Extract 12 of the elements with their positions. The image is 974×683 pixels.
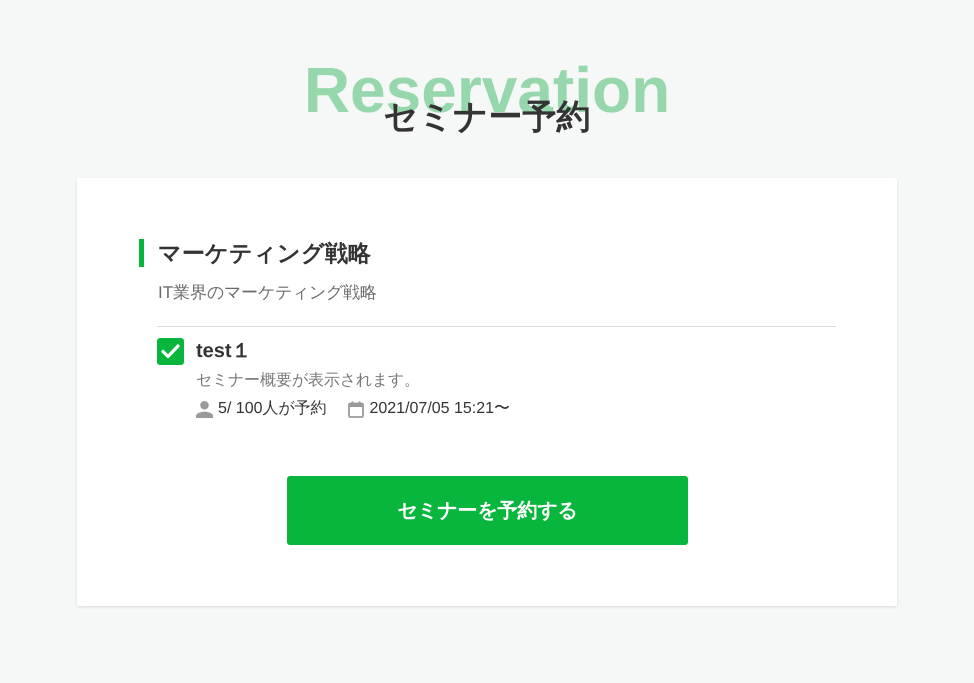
check-icon xyxy=(161,344,180,359)
reservation-count: 5/ 100人が予約 xyxy=(218,399,326,419)
seminar-checkbox[interactable] xyxy=(157,338,184,365)
heading-accent-bar xyxy=(139,239,144,267)
calendar-icon xyxy=(348,400,364,418)
seminar-datetime: 2021/07/05 15:21〜 xyxy=(369,399,510,419)
person-icon xyxy=(196,400,213,418)
category-description: IT業界のマーケティング戦略 xyxy=(158,282,378,304)
reserve-button[interactable]: セミナーを予約する xyxy=(287,476,688,545)
seminar-summary: セミナー概要が表示されます。 xyxy=(196,370,420,391)
seminar-name: test１ xyxy=(196,339,252,364)
category-title: マーケティング戦略 xyxy=(158,239,371,267)
